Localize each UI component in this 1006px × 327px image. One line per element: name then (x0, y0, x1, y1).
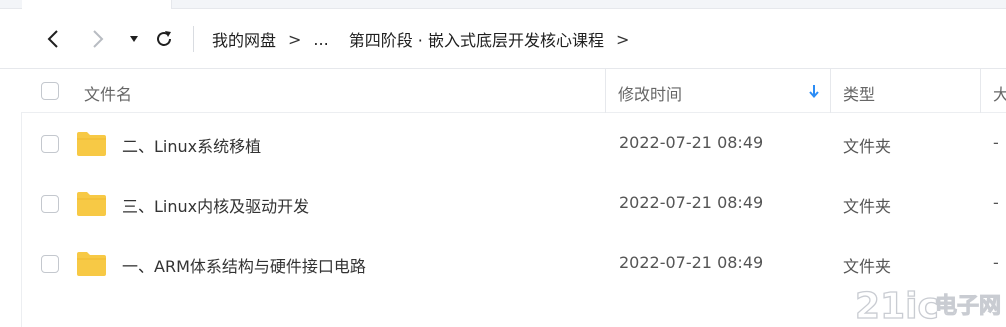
file-type: 文件夹 (843, 257, 892, 276)
column-divider (980, 69, 981, 113)
file-name[interactable]: 二、Linux系统移植 (122, 133, 261, 157)
active-tab[interactable] (22, 0, 172, 9)
row-checkbox[interactable] (41, 135, 59, 153)
file-row[interactable]: 二、Linux系统移植 2022-07-21 08:49 文件夹 - (21, 114, 1006, 174)
history-dropdown-button[interactable] (120, 23, 148, 55)
forward-button[interactable] (84, 23, 112, 55)
column-divider (830, 69, 831, 113)
select-all-checkbox[interactable] (41, 82, 59, 100)
back-button[interactable] (39, 23, 67, 55)
toolbar-separator (193, 26, 194, 52)
column-header-modified[interactable]: 修改时间 (618, 81, 682, 105)
file-type: 文件夹 (843, 197, 892, 216)
chevron-left-icon (47, 30, 58, 48)
column-header-name[interactable]: 文件名 (84, 81, 132, 105)
refresh-button[interactable] (150, 23, 178, 55)
file-modified: 2022-07-21 08:49 (619, 193, 764, 212)
row-checkbox[interactable] (41, 255, 59, 273)
column-divider (605, 69, 606, 113)
breadcrumb-item-ellipsis[interactable]: ... (313, 30, 328, 49)
list-header: 文件名 修改时间 类型 大 (21, 69, 1006, 113)
top-tab-strip (0, 0, 1006, 9)
file-type: 文件夹 (843, 137, 892, 156)
file-size: - (993, 253, 999, 272)
watermark-text: 电子网 (935, 294, 1001, 319)
chevron-right-icon (93, 30, 104, 48)
breadcrumb-item-root[interactable]: 我的网盘 (212, 27, 276, 51)
caret-down-icon (130, 36, 138, 42)
navigation-bar: 我的网盘 > ... 第四阶段 · 嵌入式底层开发核心课程 > (0, 9, 1006, 69)
file-name[interactable]: 三、Linux内核及驱动开发 (122, 193, 309, 217)
refresh-icon (157, 31, 171, 46)
file-name[interactable]: 一、ARM体系结构与硬件接口电路 (122, 253, 366, 277)
file-modified: 2022-07-21 08:49 (619, 133, 764, 152)
folder-icon (77, 132, 106, 156)
row-checkbox[interactable] (41, 195, 59, 213)
column-header-type[interactable]: 类型 (843, 81, 875, 105)
watermark-brand: 21ic (855, 286, 939, 327)
folder-icon (77, 252, 106, 276)
breadcrumb-separator: > (288, 29, 302, 49)
file-modified: 2022-07-21 08:49 (619, 253, 764, 272)
file-size: - (993, 193, 999, 212)
breadcrumb: 我的网盘 > ... 第四阶段 · 嵌入式底层开发核心课程 > (212, 27, 641, 51)
folder-icon (77, 192, 106, 216)
file-row[interactable]: 三、Linux内核及驱动开发 2022-07-21 08:49 文件夹 - (21, 174, 1006, 234)
arrow-down-icon[interactable] (808, 83, 820, 99)
watermark-logo: 21ic 电子网 (854, 285, 1001, 327)
file-size: - (993, 133, 999, 152)
breadcrumb-separator: > (615, 29, 630, 49)
column-header-size[interactable]: 大 (993, 81, 1006, 105)
breadcrumb-item-current[interactable]: 第四阶段 · 嵌入式底层开发核心课程 (349, 27, 604, 51)
